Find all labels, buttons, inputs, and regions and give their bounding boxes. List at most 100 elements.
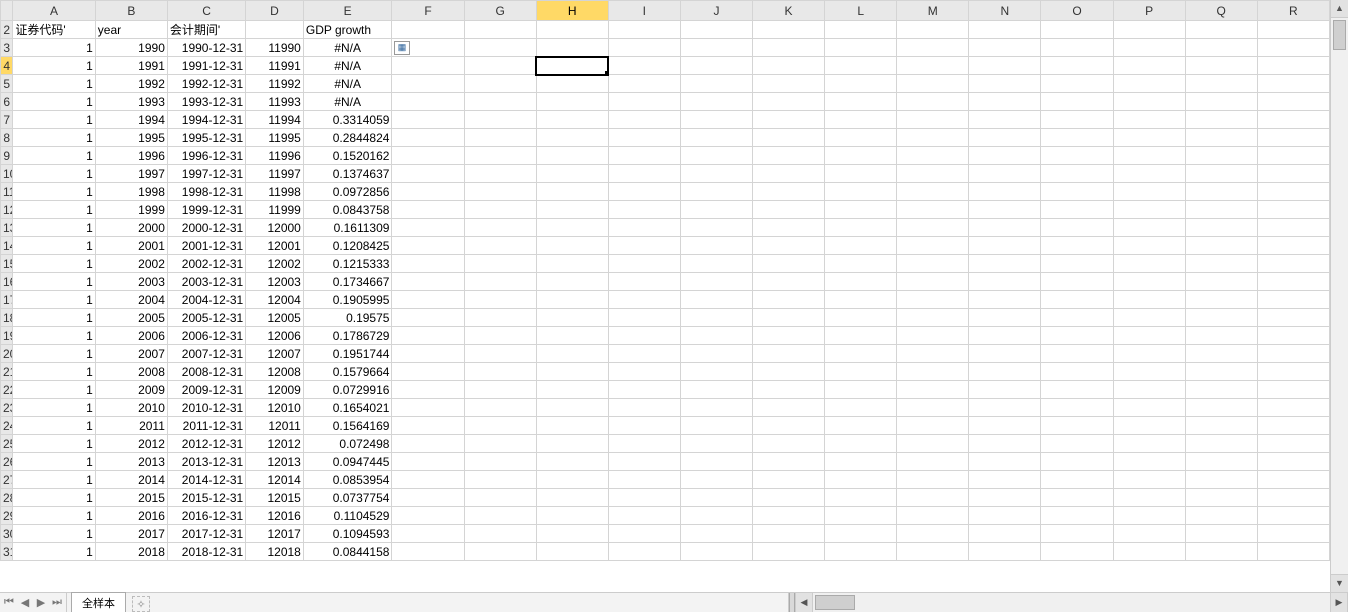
cell-D7[interactable]: 11994 bbox=[246, 111, 304, 129]
cell-Q28[interactable] bbox=[1185, 489, 1257, 507]
column-header-F[interactable]: F bbox=[392, 1, 464, 21]
cell-D4[interactable]: 11991 bbox=[246, 57, 304, 75]
cell-J2[interactable] bbox=[680, 21, 752, 39]
cell-H24[interactable] bbox=[536, 417, 608, 435]
cell-O25[interactable] bbox=[1041, 435, 1113, 453]
cell-C3[interactable]: 1990-12-31 bbox=[167, 39, 245, 57]
cell-J11[interactable] bbox=[680, 183, 752, 201]
cell-A15[interactable]: 1 bbox=[13, 255, 95, 273]
row-header-9[interactable]: 9 bbox=[1, 147, 13, 165]
cell-F4[interactable] bbox=[392, 57, 464, 75]
cell-M21[interactable] bbox=[897, 363, 969, 381]
cell-F30[interactable] bbox=[392, 525, 464, 543]
cell-D3[interactable]: 11990 bbox=[246, 39, 304, 57]
cell-D24[interactable]: 12011 bbox=[246, 417, 304, 435]
sheet-grid[interactable]: ABCDEFGHIJKLMNOPQR2证券代码'year会计期间'GDP gro… bbox=[0, 0, 1330, 561]
cell-Q16[interactable] bbox=[1185, 273, 1257, 291]
cell-R19[interactable] bbox=[1257, 327, 1329, 345]
cell-F8[interactable] bbox=[392, 129, 464, 147]
cell-J24[interactable] bbox=[680, 417, 752, 435]
cell-P21[interactable] bbox=[1113, 363, 1185, 381]
row-header-14[interactable]: 14 bbox=[1, 237, 13, 255]
cell-I17[interactable] bbox=[608, 291, 680, 309]
cell-I16[interactable] bbox=[608, 273, 680, 291]
row-header-22[interactable]: 22 bbox=[1, 381, 13, 399]
cell-Q26[interactable] bbox=[1185, 453, 1257, 471]
cell-A18[interactable]: 1 bbox=[13, 309, 95, 327]
cell-H19[interactable] bbox=[536, 327, 608, 345]
cell-O7[interactable] bbox=[1041, 111, 1113, 129]
cell-N24[interactable] bbox=[969, 417, 1041, 435]
cell-F31[interactable] bbox=[392, 543, 464, 561]
cell-G14[interactable] bbox=[464, 237, 536, 255]
cell-A27[interactable]: 1 bbox=[13, 471, 95, 489]
column-header-H[interactable]: H bbox=[536, 1, 608, 21]
cell-B2[interactable]: year bbox=[95, 21, 167, 39]
cell-L20[interactable] bbox=[825, 345, 897, 363]
cell-C16[interactable]: 2003-12-31 bbox=[167, 273, 245, 291]
cell-Q31[interactable] bbox=[1185, 543, 1257, 561]
cell-B24[interactable]: 2011 bbox=[95, 417, 167, 435]
cell-E22[interactable]: 0.0729916 bbox=[303, 381, 392, 399]
cell-D30[interactable]: 12017 bbox=[246, 525, 304, 543]
vertical-scroll-thumb[interactable] bbox=[1333, 20, 1346, 50]
cell-J18[interactable] bbox=[680, 309, 752, 327]
cell-J3[interactable] bbox=[680, 39, 752, 57]
cell-F13[interactable] bbox=[392, 219, 464, 237]
cell-G9[interactable] bbox=[464, 147, 536, 165]
hscroll-track[interactable] bbox=[813, 593, 1330, 612]
cell-N15[interactable] bbox=[969, 255, 1041, 273]
cell-L19[interactable] bbox=[825, 327, 897, 345]
row-header-31[interactable]: 31 bbox=[1, 543, 13, 561]
cell-Q17[interactable] bbox=[1185, 291, 1257, 309]
cell-D2[interactable] bbox=[246, 21, 304, 39]
cell-R27[interactable] bbox=[1257, 471, 1329, 489]
cell-J29[interactable] bbox=[680, 507, 752, 525]
cell-M5[interactable] bbox=[897, 75, 969, 93]
cell-B5[interactable]: 1992 bbox=[95, 75, 167, 93]
cell-R13[interactable] bbox=[1257, 219, 1329, 237]
cell-P15[interactable] bbox=[1113, 255, 1185, 273]
cell-I8[interactable] bbox=[608, 129, 680, 147]
cell-O13[interactable] bbox=[1041, 219, 1113, 237]
cell-J8[interactable] bbox=[680, 129, 752, 147]
cell-G26[interactable] bbox=[464, 453, 536, 471]
cell-M18[interactable] bbox=[897, 309, 969, 327]
cell-M12[interactable] bbox=[897, 201, 969, 219]
cell-A11[interactable]: 1 bbox=[13, 183, 95, 201]
row-header-19[interactable]: 19 bbox=[1, 327, 13, 345]
cell-Q7[interactable] bbox=[1185, 111, 1257, 129]
row-header-23[interactable]: 23 bbox=[1, 399, 13, 417]
cell-O16[interactable] bbox=[1041, 273, 1113, 291]
cell-D31[interactable]: 12018 bbox=[246, 543, 304, 561]
cell-K19[interactable] bbox=[753, 327, 825, 345]
cell-R22[interactable] bbox=[1257, 381, 1329, 399]
scroll-up-button[interactable]: ▲ bbox=[1331, 0, 1348, 18]
cell-M9[interactable] bbox=[897, 147, 969, 165]
cell-Q23[interactable] bbox=[1185, 399, 1257, 417]
cell-I11[interactable] bbox=[608, 183, 680, 201]
cell-M20[interactable] bbox=[897, 345, 969, 363]
cell-P11[interactable] bbox=[1113, 183, 1185, 201]
cell-G8[interactable] bbox=[464, 129, 536, 147]
cell-G31[interactable] bbox=[464, 543, 536, 561]
cell-P6[interactable] bbox=[1113, 93, 1185, 111]
cell-J21[interactable] bbox=[680, 363, 752, 381]
cell-N10[interactable] bbox=[969, 165, 1041, 183]
cell-N13[interactable] bbox=[969, 219, 1041, 237]
cell-C22[interactable]: 2009-12-31 bbox=[167, 381, 245, 399]
cell-H29[interactable] bbox=[536, 507, 608, 525]
cell-K20[interactable] bbox=[753, 345, 825, 363]
cell-A22[interactable]: 1 bbox=[13, 381, 95, 399]
cell-L9[interactable] bbox=[825, 147, 897, 165]
cell-A4[interactable]: 1 bbox=[13, 57, 95, 75]
cell-M8[interactable] bbox=[897, 129, 969, 147]
cell-K15[interactable] bbox=[753, 255, 825, 273]
cell-D25[interactable]: 12012 bbox=[246, 435, 304, 453]
cell-D8[interactable]: 11995 bbox=[246, 129, 304, 147]
cell-A25[interactable]: 1 bbox=[13, 435, 95, 453]
cell-Q21[interactable] bbox=[1185, 363, 1257, 381]
cell-E9[interactable]: 0.1520162 bbox=[303, 147, 392, 165]
cell-P22[interactable] bbox=[1113, 381, 1185, 399]
cell-O19[interactable] bbox=[1041, 327, 1113, 345]
